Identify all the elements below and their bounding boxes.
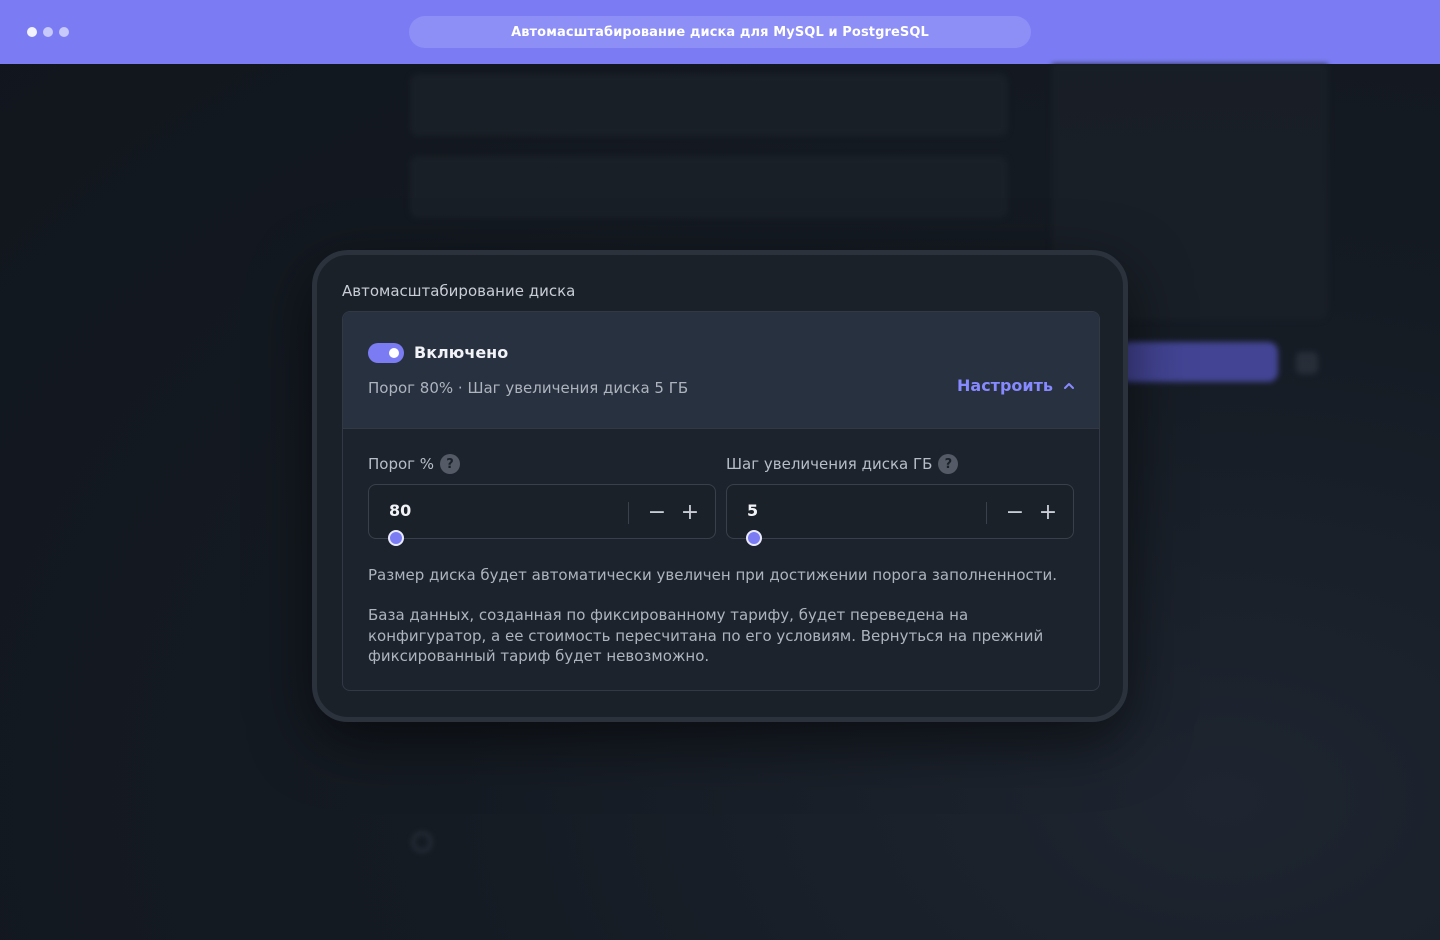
window-dot-icon[interactable]	[43, 27, 53, 37]
address-bar[interactable]: Автомасштабирование диска для MySQL и Po…	[409, 16, 1031, 48]
step-slider-handle[interactable]	[746, 530, 762, 546]
autoscale-note: Размер диска будет автоматически увеличе…	[368, 566, 1058, 584]
help-circle-icon[interactable]: ?	[440, 454, 461, 474]
background-row	[410, 74, 1008, 136]
threshold-slider-handle[interactable]	[388, 530, 404, 546]
configure-label: Настроить	[957, 376, 1053, 395]
window-controls	[27, 27, 69, 37]
chevron-up-icon	[1064, 382, 1074, 389]
window-titlebar: Автомасштабирование диска для MySQL и Po…	[0, 0, 1440, 64]
toggle-knob	[389, 348, 399, 358]
autoscale-toggle[interactable]	[368, 343, 404, 363]
threshold-label: Порог % ?	[368, 454, 461, 474]
stepper-divider	[986, 502, 987, 524]
settings-summary: Порог 80% · Шаг увеличения диска 5 ГБ	[368, 379, 689, 397]
configure-button[interactable]: Настроить	[957, 376, 1075, 395]
toggle-label: Включено	[414, 343, 509, 362]
background-button	[1120, 342, 1278, 382]
background-icon	[1296, 352, 1318, 374]
window-dot-icon[interactable]	[59, 27, 69, 37]
card-header: Включено Порог 80% · Шаг увеличения диск…	[343, 312, 1099, 429]
background-row	[410, 156, 1008, 218]
window-dot-icon[interactable]	[27, 27, 37, 37]
stepper-divider	[628, 502, 629, 524]
tariff-warning: База данных, созданная по фиксированному…	[368, 606, 1044, 665]
dialog-title: Автомасштабирование диска	[342, 282, 576, 300]
help-circle-icon[interactable]: ?	[938, 454, 959, 474]
autoscale-card: Включено Порог 80% · Шаг увеличения диск…	[342, 311, 1100, 691]
step-label-text: Шаг увеличения диска ГБ	[726, 455, 933, 473]
background-checkbox	[412, 832, 432, 852]
step-stepper[interactable]: 5 − +	[726, 484, 1074, 539]
autoscale-dialog: Автомасштабирование диска Включено Порог…	[312, 250, 1128, 722]
threshold-stepper[interactable]: 80 − +	[368, 484, 716, 539]
minus-icon[interactable]: −	[1001, 498, 1029, 526]
threshold-label-text: Порог %	[368, 455, 435, 473]
plus-icon[interactable]: +	[676, 498, 704, 526]
step-label: Шаг увеличения диска ГБ ?	[726, 454, 959, 474]
minus-icon[interactable]: −	[643, 498, 671, 526]
step-value[interactable]: 5	[747, 501, 758, 520]
threshold-value[interactable]: 80	[389, 501, 411, 520]
plus-icon[interactable]: +	[1034, 498, 1062, 526]
